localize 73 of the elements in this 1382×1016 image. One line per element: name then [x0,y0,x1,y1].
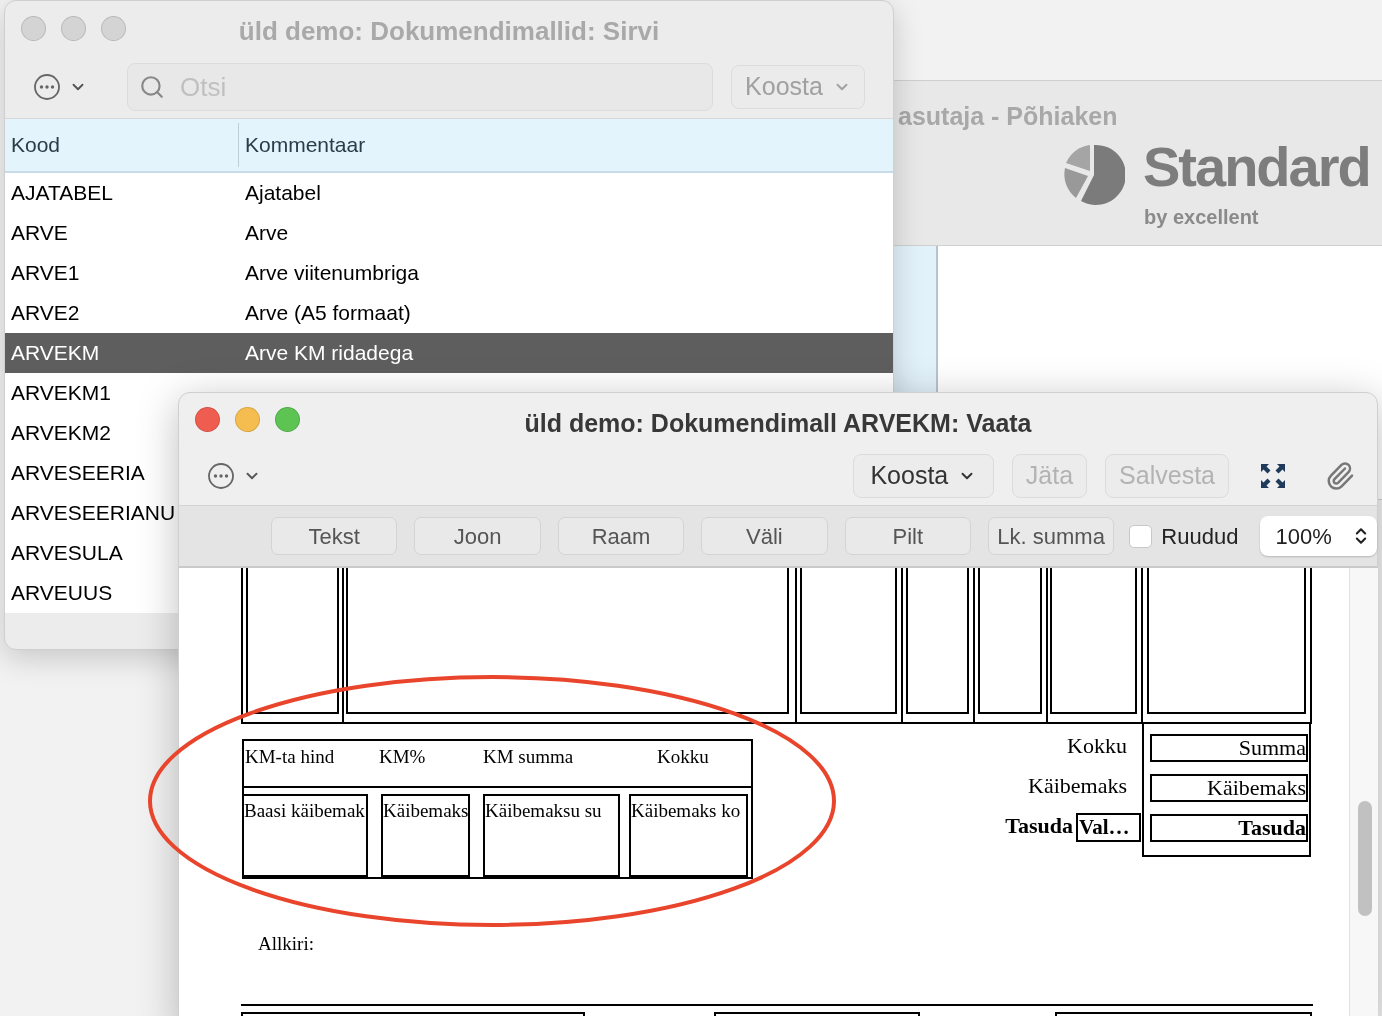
field-box: Baasi käibemak [242,794,368,877]
tool-button[interactable]: Tekst [271,517,398,555]
table-row[interactable]: ARVESEERIA [5,453,179,493]
window-title: üld demo: Dokumendimallid: Sirvi [238,15,660,48]
column-header[interactable]: Kommentaar [239,129,366,161]
currency-field: Val… [1076,813,1141,842]
tool-button[interactable]: Väli [701,517,828,555]
table-row[interactable]: ARVEKM Arve KM ridadega [5,333,893,373]
table-cell-text: Arve viitenumbriga [244,260,419,287]
logo-tagline: by excellent [1144,207,1259,227]
table-cell-text: ARVE1 [10,260,81,287]
field-box: Käibemaks ko [629,794,748,877]
field-box: Käibemaks [381,794,470,877]
column-label: KM summa [483,746,574,768]
minimize-button[interactable] [235,407,260,432]
total-field: Tasuda [1150,814,1308,842]
table-cell-text: ARVEUUS [10,580,113,607]
total-field: Summa [1150,734,1308,762]
window-title: üld demo: Dokumendimall ARVEKM: Vaata [524,408,1032,439]
grid-checkbox[interactable] [1129,524,1153,548]
table-cell-text: ARVE [10,220,69,247]
close-button[interactable] [21,16,46,41]
close-button[interactable] [195,407,220,432]
table-cell-text: ARVEKM1 [10,380,111,407]
paperclip-icon[interactable] [1325,460,1355,491]
scrollbar-thumb[interactable] [1358,801,1372,916]
table-row[interactable]: ARVE2 Arve (A5 formaat) [5,293,893,333]
total-field: Käibemaks [1150,774,1308,802]
zoom-stepper[interactable]: 100% [1260,516,1377,556]
ellipsis-circle-icon [207,461,235,490]
search-icon [139,74,165,100]
ellipsis-circle-icon [33,73,61,101]
tool-button[interactable]: Pilt [844,517,971,555]
logo-wordmark: Standard [1143,139,1370,195]
column-header[interactable]: Kood [5,129,238,161]
table-cell-text: ARVEKM2 [10,420,111,447]
minimize-button[interactable] [61,16,86,41]
build-button[interactable]: Koosta [852,453,994,498]
zoom-button[interactable] [275,407,300,432]
field-box: Käibemaksu su [483,794,620,877]
column-label: KM% [379,746,426,768]
table-row[interactable]: ARVESEERIANU [5,493,179,533]
table-cell-text: Ajatabel [244,180,321,207]
table-row[interactable]: ARVEKM2 [5,413,179,453]
expand-icon[interactable] [1259,461,1287,490]
table-row[interactable]: ARVESULA [5,533,179,573]
table-row[interactable]: ARVE1 Arve viitenumbriga [5,253,893,293]
tool-button[interactable]: Joon [414,517,541,555]
total-label: Tasuda [1004,813,1073,839]
tool-button[interactable]: Lk. summa [987,517,1115,555]
checkbox-label: Ruudud [1161,522,1239,551]
table-cell-text: ARVE2 [10,300,81,327]
column-label: Kokku [657,746,709,768]
table-cell-text: Arve [244,220,289,247]
table-row[interactable]: AJATABEL Ajatabel [5,173,893,213]
table-cell-text: Arve (A5 formaat) [244,300,411,327]
zoom-button[interactable] [101,16,126,41]
signature-label: Allkiri: [258,934,314,953]
table-cell-text: ARVESEERIANU [10,500,176,527]
column-label: KM-ta hind [245,746,335,768]
table-cell-text: ARVESULA [10,540,123,567]
table-row[interactable]: ARVEKM1 [5,373,179,413]
table-row[interactable]: ARVE Arve [5,213,893,253]
table-row[interactable]: ARVEUUS [5,573,179,613]
table-cell-text: Arve KM ridadega [244,340,414,367]
tool-button[interactable]: Raam [557,517,685,555]
table-cell-text: AJATABEL [10,180,114,207]
table-cell-text: ARVEKM [10,340,101,367]
total-label: Käibemaks [1027,773,1127,799]
window-title: asutaja - Põhiaken [898,101,1118,132]
table-cell-text: ARVESEERIA [10,460,145,487]
total-label: Kokku [1066,733,1127,759]
pie-logo-icon [1061,143,1125,205]
